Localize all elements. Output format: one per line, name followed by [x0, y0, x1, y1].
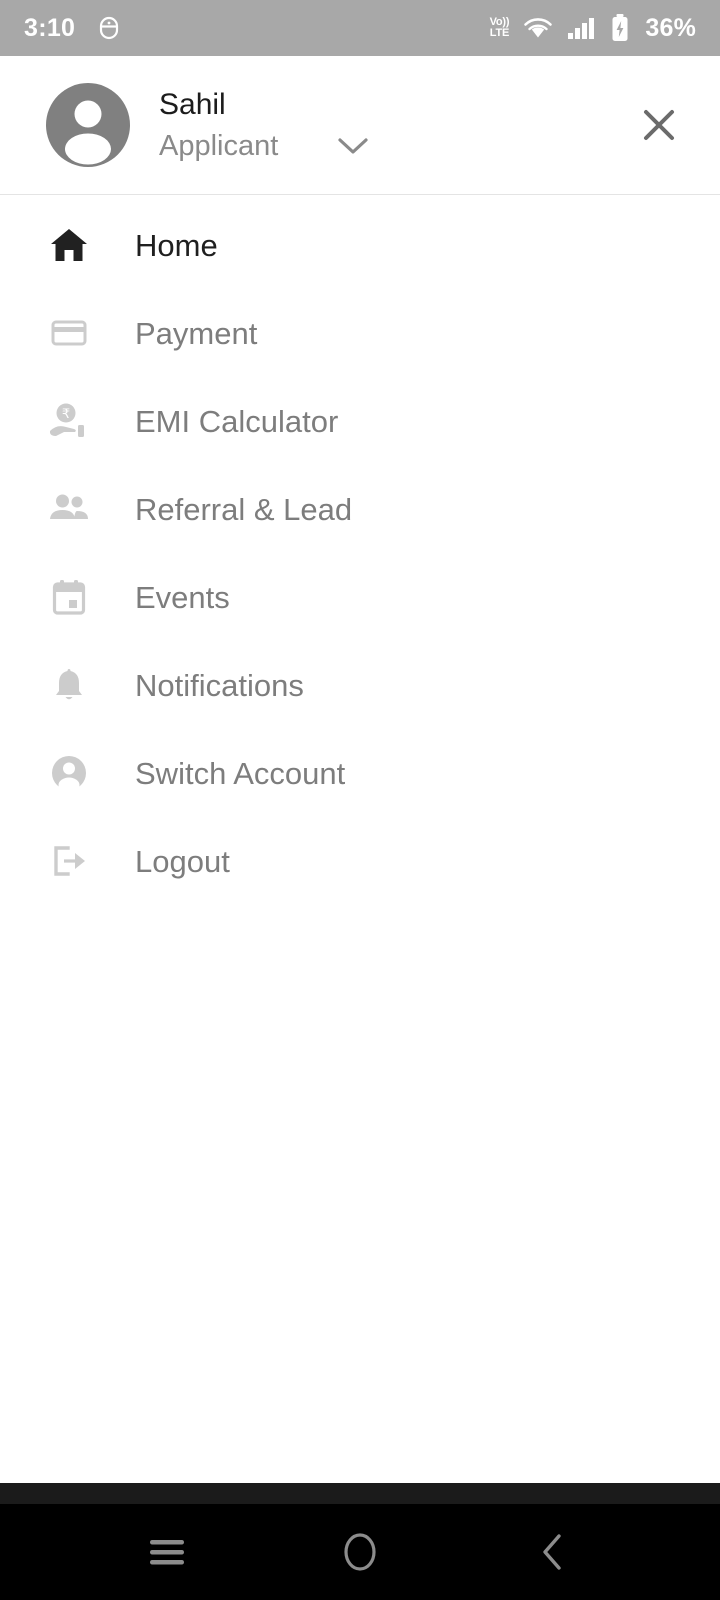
wifi-icon [524, 18, 553, 38]
home-circle-icon [344, 1533, 376, 1571]
bell-icon [45, 661, 93, 709]
status-time: 3:10 [24, 13, 76, 42]
volte-label-bottom: LTE [489, 27, 510, 39]
account-circle-icon [45, 749, 93, 797]
android-notification-icon [100, 16, 119, 40]
menu-item-events[interactable]: Events [0, 553, 720, 641]
menu-item-label: EMI Calculator [135, 403, 339, 439]
status-bar: 3:10 Vo)) LTE 36% [0, 0, 720, 56]
menu-item-label: Notifications [135, 667, 304, 703]
chevron-down-icon[interactable] [336, 135, 370, 157]
battery-percent: 36% [645, 13, 696, 42]
recents-menu-icon [149, 1540, 184, 1565]
home-button[interactable] [315, 1507, 405, 1597]
drawer-menu: Home Payment ₹ EMI Calculator Referral &… [0, 195, 720, 1194]
menu-item-label: Events [135, 579, 230, 615]
profile-name: Sahil [159, 88, 226, 122]
menu-item-label: Payment [135, 315, 258, 351]
status-bar-left: 3:10 [24, 15, 121, 41]
menu-item-referral-and-lead[interactable]: Referral & Lead [0, 465, 720, 553]
menu-item-logout[interactable]: Logout [0, 817, 720, 905]
nav-bar-shadow [0, 1483, 720, 1504]
back-chevron-icon [543, 1534, 562, 1570]
recents-button[interactable] [122, 1507, 212, 1597]
menu-item-switch-account[interactable]: Switch Account [0, 729, 720, 817]
menu-item-label: Logout [135, 843, 230, 879]
user-avatar-icon [46, 83, 130, 167]
hand-rupee-coin-icon: ₹ [45, 397, 93, 445]
menu-item-emi-calculator[interactable]: ₹ EMI Calculator [0, 377, 720, 465]
svg-text:₹: ₹ [62, 406, 70, 421]
calendar-icon [45, 573, 93, 621]
battery-charging-icon [612, 14, 628, 41]
volte-icon: Vo)) LTE [490, 17, 510, 39]
phone-screen: 3:10 Vo)) LTE 36% Sahil Applicant Home P… [0, 0, 720, 1600]
menu-item-label: Switch Account [135, 755, 346, 791]
drawer-header: Sahil Applicant [0, 56, 720, 195]
drawer-empty-area [0, 1194, 720, 1483]
status-bar-right: Vo)) LTE 36% [490, 13, 696, 43]
back-button[interactable] [508, 1507, 598, 1597]
logout-icon [45, 837, 93, 885]
credit-card-icon [45, 309, 93, 357]
home-icon [45, 221, 93, 269]
profile-info: Sahil Applicant [159, 86, 370, 163]
menu-item-notifications[interactable]: Notifications [0, 641, 720, 729]
menu-item-label: Home [135, 227, 218, 263]
profile-role-row[interactable]: Applicant [159, 129, 370, 164]
menu-item-home[interactable]: Home [0, 201, 720, 289]
cellular-signal-icon [568, 18, 595, 39]
menu-item-label: Referral & Lead [135, 491, 353, 527]
people-group-icon [45, 485, 93, 533]
system-navigation-bar [0, 1504, 720, 1600]
menu-item-payment[interactable]: Payment [0, 289, 720, 377]
profile-role: Applicant [159, 129, 279, 162]
close-button[interactable] [628, 94, 690, 156]
close-icon [644, 110, 674, 140]
